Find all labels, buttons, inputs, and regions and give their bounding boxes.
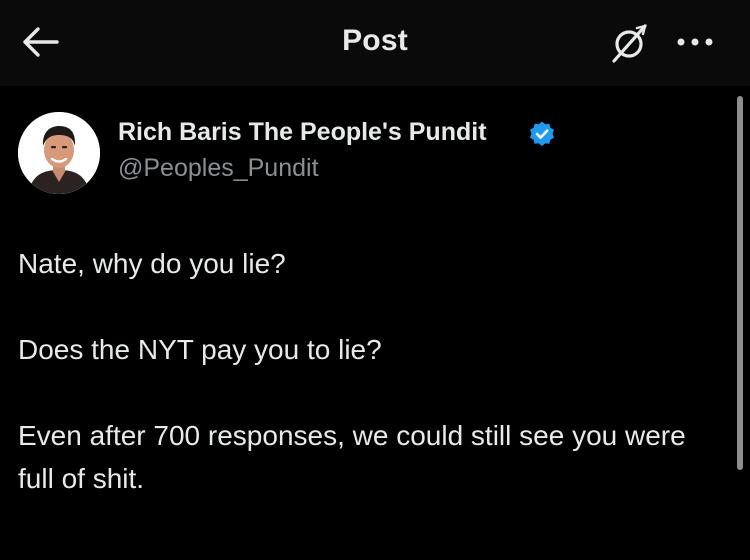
author-row: Rich Baris The People's Pundit @Peoples_… (18, 108, 718, 198)
scrollbar[interactable] (737, 96, 743, 470)
post-text: Nate, why do you lie? Does the NYT pay y… (18, 242, 728, 500)
post-paragraph: Even after 700 responses, we could still… (18, 420, 686, 494)
author-handle[interactable]: @Peoples_Pundit (118, 154, 319, 183)
author-display-name[interactable]: Rich Baris The People's Pundit (118, 118, 487, 147)
top-app-bar: Post (0, 0, 750, 86)
verified-badge-icon (530, 121, 554, 147)
more-horizontal-icon (677, 38, 713, 46)
avatar-portrait-icon (18, 112, 100, 194)
grok-slash-icon (612, 24, 647, 63)
more-options-button[interactable] (670, 22, 720, 62)
grok-button[interactable] (606, 20, 652, 66)
post-paragraph: Nate, why do you lie? (18, 248, 286, 279)
avatar[interactable] (18, 112, 100, 194)
post-paragraph: Does the NYT pay you to lie? (18, 334, 382, 365)
